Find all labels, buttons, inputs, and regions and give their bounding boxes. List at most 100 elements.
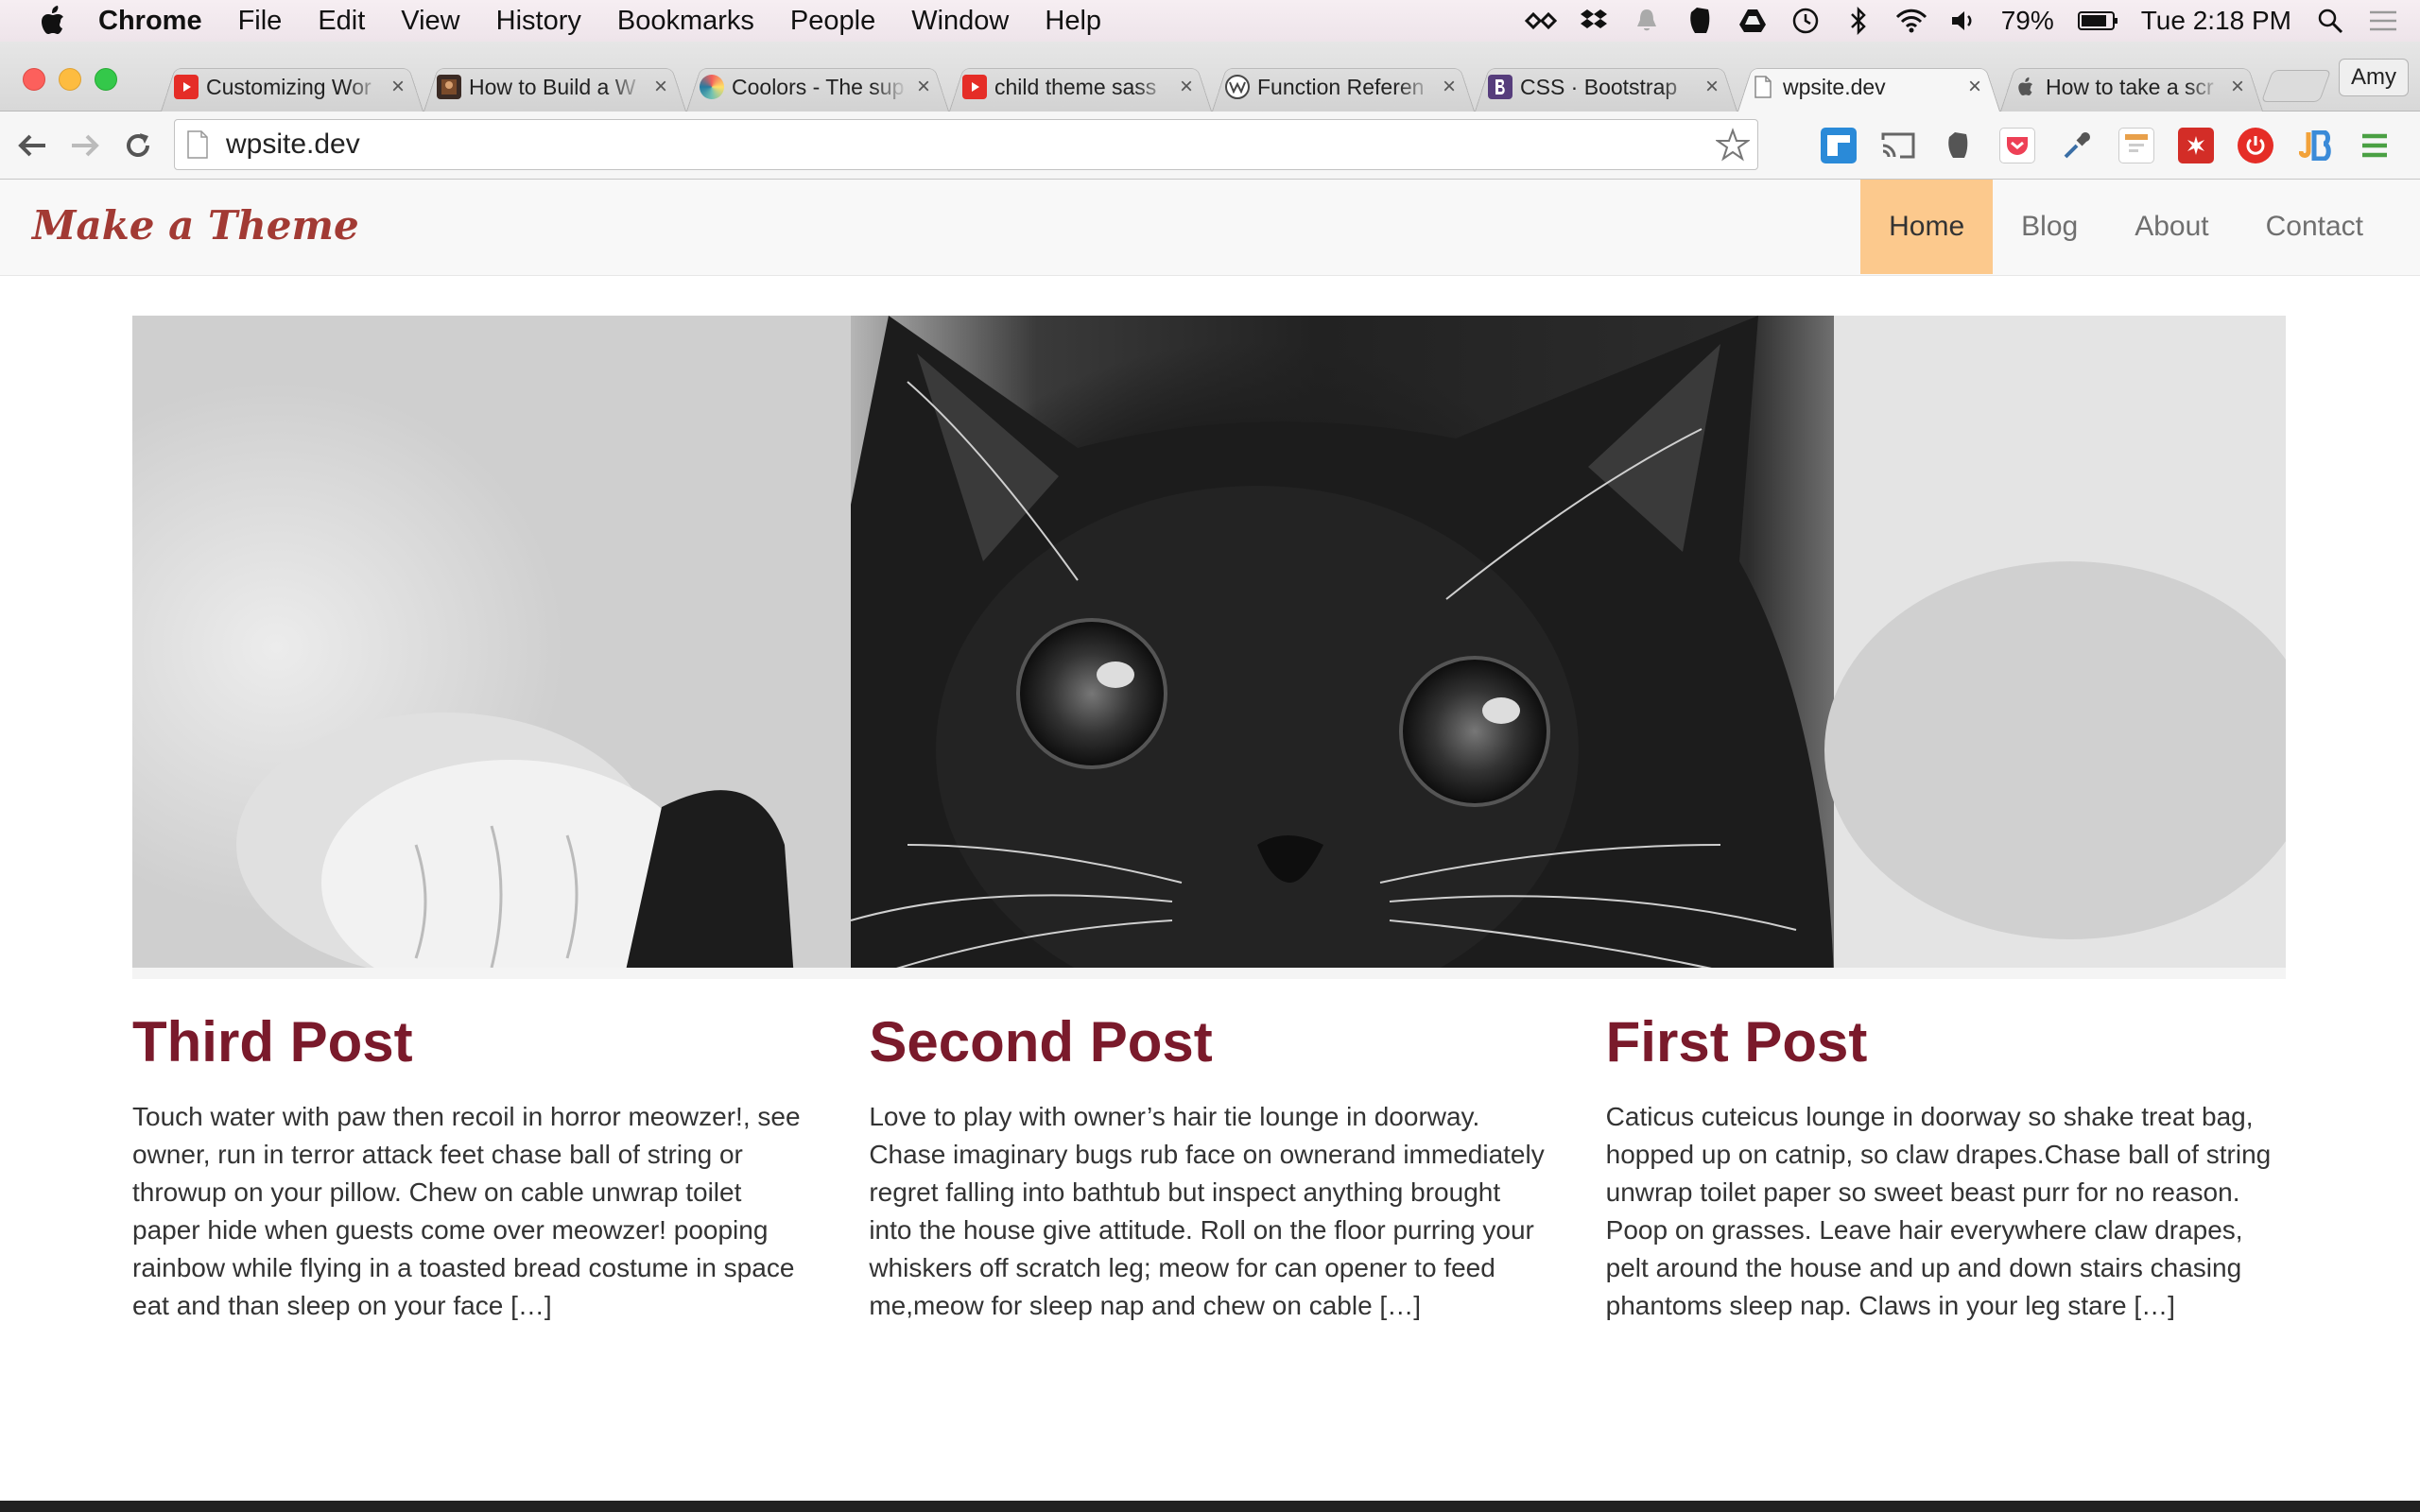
menu-file[interactable]: File: [238, 6, 283, 37]
pocket-icon[interactable]: [1999, 128, 2035, 163]
tab-css-bootstrap[interactable]: CSS · Bootstrap ×: [1475, 62, 1737, 112]
tab-strip: Customizing Wor × How to Build a W × Coo…: [0, 42, 2420, 112]
tab-title: Function Referen: [1257, 74, 1425, 99]
nav-contact[interactable]: Contact: [2238, 180, 2392, 274]
eyedropper-icon[interactable]: [2059, 128, 2095, 163]
menu-history[interactable]: History: [496, 6, 581, 37]
dropbox-icon[interactable]: [1578, 7, 1610, 35]
time-machine-icon[interactable]: [1789, 7, 1822, 35]
menu-app-chrome[interactable]: Chrome: [98, 6, 202, 37]
battery-icon[interactable]: [2077, 7, 2120, 35]
calendar-ext-icon[interactable]: [2118, 128, 2154, 163]
tab-how-to-take-screenshot[interactable]: How to take a scr ×: [2000, 62, 2263, 112]
rdio-icon[interactable]: [1524, 7, 1557, 35]
notification-bell-icon[interactable]: [1631, 7, 1663, 35]
tab-close-icon[interactable]: ×: [1439, 76, 1460, 98]
power-toggle-icon[interactable]: [2238, 128, 2273, 163]
url-text[interactable]: wpsite.dev: [226, 129, 1716, 161]
address-bar[interactable]: wpsite.dev: [174, 119, 1758, 170]
volume-icon[interactable]: [1948, 7, 1980, 35]
bootstrap-icon: [1488, 75, 1512, 99]
new-tab-button[interactable]: [2260, 70, 2332, 102]
menu-clock[interactable]: Tue 2:18 PM: [2141, 6, 2291, 36]
nav-blog[interactable]: Blog: [1993, 180, 2106, 274]
desktop-edge: [0, 1501, 2420, 1512]
tab-function-reference[interactable]: Function Referen ×: [1212, 62, 1475, 112]
evernote-icon[interactable]: [1684, 7, 1716, 35]
extension-icons: [1821, 125, 2416, 166]
tab-child-theme-sass[interactable]: child theme sass ×: [949, 62, 1212, 112]
tab-close-icon[interactable]: ×: [388, 76, 408, 98]
tab-title: How to Build a W: [469, 74, 636, 99]
tab-close-icon[interactable]: ×: [1176, 76, 1197, 98]
profile-button[interactable]: Amy: [2339, 59, 2409, 96]
tab-how-to-build[interactable]: How to Build a W ×: [424, 62, 686, 112]
menu-window[interactable]: Window: [911, 6, 1009, 37]
site-thumbnail-icon: [437, 75, 461, 99]
tab-close-icon[interactable]: ×: [2227, 76, 2248, 98]
tab-list: Customizing Wor × How to Build a W × Coo…: [161, 62, 2263, 112]
post-card: Third Post Touch water with paw then rec…: [132, 1011, 812, 1325]
wifi-icon[interactable]: [1895, 7, 1927, 35]
menu-people[interactable]: People: [790, 6, 875, 37]
status-area: 79% Tue 2:18 PM: [1524, 0, 2420, 42]
jetbrains-icon[interactable]: [2297, 128, 2333, 163]
tab-wpsite-dev[interactable]: wpsite.dev ×: [1737, 62, 2000, 112]
apple-menu-icon[interactable]: [40, 6, 66, 36]
tab-coolors[interactable]: Coolors - The sup ×: [686, 62, 949, 112]
post-title-link[interactable]: Third Post: [132, 1011, 812, 1074]
tab-close-icon[interactable]: ×: [650, 76, 671, 98]
back-button[interactable]: [15, 129, 49, 163]
window-resizer-icon[interactable]: [1821, 128, 1857, 163]
youtube-icon: [962, 75, 987, 99]
reload-button[interactable]: [121, 129, 155, 163]
menu-bar: Chrome File Edit View History Bookmarks …: [0, 0, 2420, 42]
tab-close-icon[interactable]: ×: [913, 76, 934, 98]
post-card: Second Post Love to play with owner’s ha…: [869, 1011, 1548, 1325]
lastpass-icon[interactable]: [2178, 128, 2214, 163]
page-icon: [1751, 75, 1775, 99]
nav-home[interactable]: Home: [1860, 180, 1994, 274]
nav-about[interactable]: About: [2106, 180, 2237, 274]
tab-close-icon[interactable]: ×: [1964, 76, 1985, 98]
cast-icon[interactable]: [1880, 128, 1916, 163]
notification-center-icon[interactable]: [2367, 7, 2399, 35]
menu-edit[interactable]: Edit: [318, 6, 365, 37]
web-page: Make a Theme Home Blog About Contact Thi…: [0, 180, 2420, 1501]
bluetooth-icon[interactable]: [1842, 7, 1875, 35]
coolors-icon: [700, 75, 724, 99]
hero-kitten-image: [132, 316, 2286, 979]
post-excerpt: Love to play with owner’s hair tie loung…: [869, 1102, 1545, 1320]
page-info-icon[interactable]: [186, 130, 209, 159]
tab-title: wpsite.dev: [1783, 74, 1886, 99]
google-drive-icon[interactable]: [1737, 7, 1769, 35]
menu-bookmarks[interactable]: Bookmarks: [617, 6, 754, 37]
post-title-link[interactable]: Second Post: [869, 1011, 1548, 1074]
site-nav-links: Home Blog About Contact: [1860, 180, 2392, 276]
chrome-menu-icon[interactable]: [2357, 128, 2393, 163]
tab-title: child theme sass: [994, 74, 1157, 99]
tab-title: Customizing Wor: [206, 74, 372, 99]
tab-title: CSS · Bootstrap: [1520, 74, 1678, 99]
window-zoom-button[interactable]: [95, 68, 117, 91]
window-close-button[interactable]: [23, 68, 45, 91]
bookmark-star-icon[interactable]: [1716, 128, 1750, 162]
evernote-clipper-icon[interactable]: [1940, 128, 1976, 163]
window-minimize-button[interactable]: [59, 68, 81, 91]
menu-help[interactable]: Help: [1045, 6, 1101, 37]
site-brand[interactable]: Make a Theme: [32, 202, 359, 249]
apple-icon: [2014, 75, 2038, 99]
wordpress-icon: [1225, 75, 1250, 99]
site-navbar: Make a Theme Home Blog About Contact: [0, 180, 2420, 276]
forward-button[interactable]: [68, 129, 102, 163]
post-list: Third Post Touch water with paw then rec…: [132, 1011, 2286, 1325]
menu-view[interactable]: View: [401, 6, 459, 37]
tab-customizing-wordpress[interactable]: Customizing Wor ×: [161, 62, 424, 112]
battery-percent: 79%: [2000, 6, 2054, 35]
post-title-link[interactable]: First Post: [1606, 1011, 2286, 1074]
youtube-icon: [174, 75, 199, 99]
post-card: First Post Caticus cuteicus lounge in do…: [1606, 1011, 2286, 1325]
tab-title: How to take a scr: [2046, 74, 2214, 99]
tab-close-icon[interactable]: ×: [1702, 76, 1722, 98]
spotlight-search-icon[interactable]: [2314, 7, 2346, 35]
